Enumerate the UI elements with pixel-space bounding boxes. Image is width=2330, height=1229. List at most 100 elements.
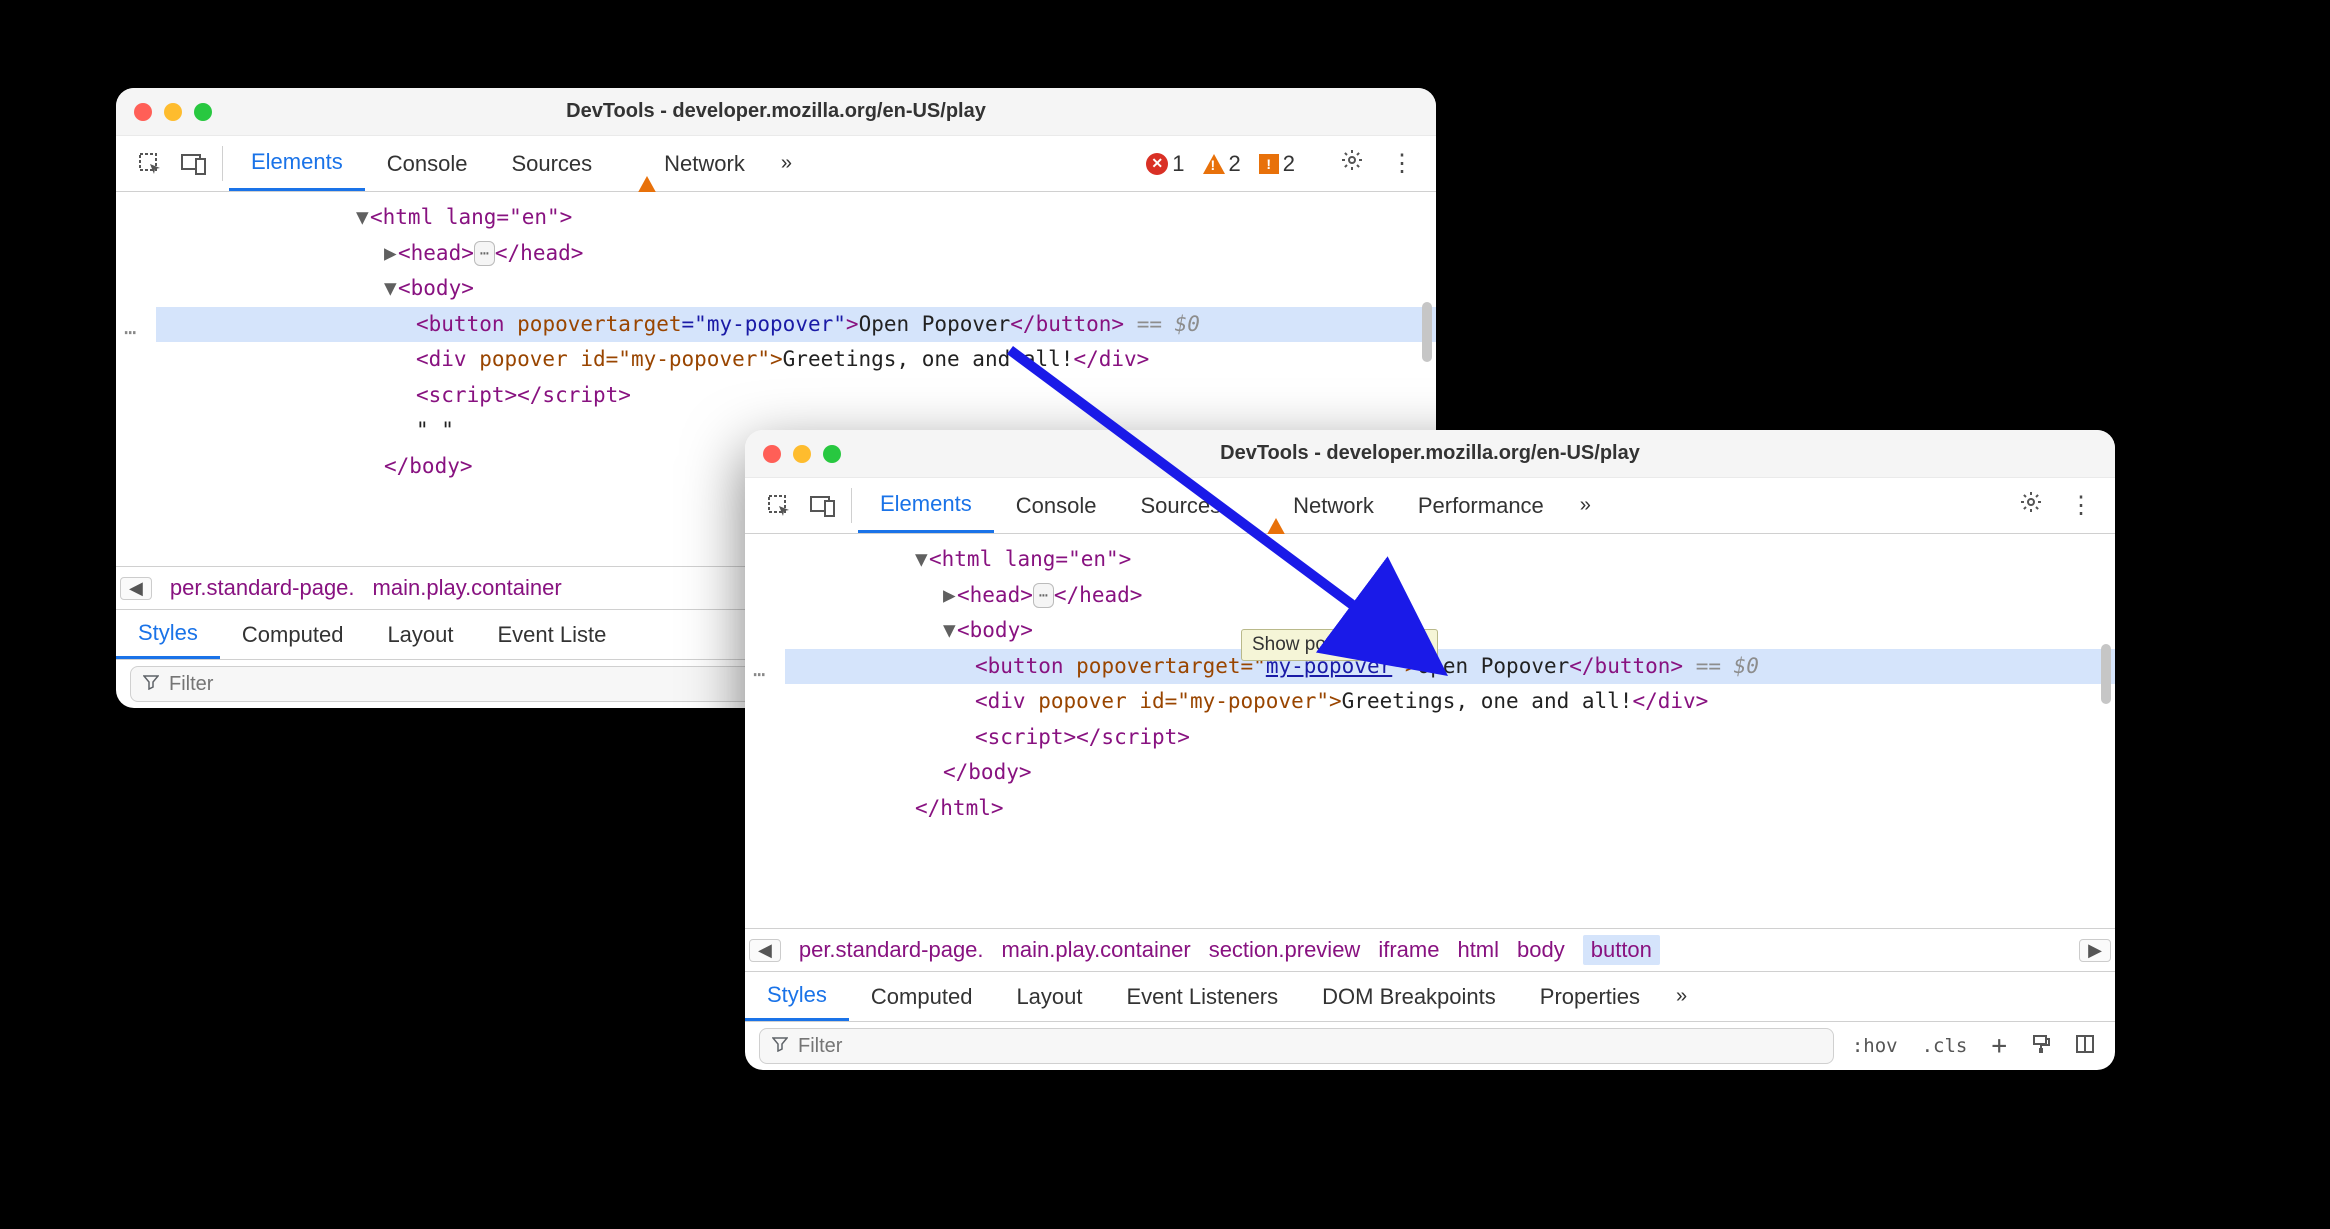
filter-bar: Filter :hov .cls + <box>745 1022 2115 1070</box>
subtab-layout[interactable]: Layout <box>365 610 475 659</box>
tab-console[interactable]: Console <box>365 136 490 191</box>
window-title: DevTools - developer.mozilla.org/en-US/p… <box>745 442 2115 465</box>
breadcrumb-item-selected[interactable]: button <box>1583 935 1660 965</box>
subtab-dom-breakpoints[interactable]: DOM Breakpoints <box>1300 972 1518 1021</box>
more-subtabs-icon[interactable]: » <box>1662 972 1701 1021</box>
filter-placeholder: Filter <box>798 1035 842 1058</box>
dom-line[interactable]: ▼<html lang="en"> <box>156 200 1436 236</box>
zoom-icon[interactable] <box>194 103 212 121</box>
more-tabs-icon[interactable]: » <box>767 136 806 191</box>
dom-line[interactable]: ▼<html lang="en"> <box>785 542 2115 578</box>
subtab-event-listeners[interactable]: Event Liste <box>476 610 629 659</box>
tab-console[interactable]: Console <box>994 478 1119 533</box>
hov-toggle[interactable]: :hov <box>1846 1035 1904 1057</box>
dom-line-selected[interactable]: <button popovertarget="my-popover">Open … <box>785 649 2115 685</box>
gutter-ellipsis-icon[interactable]: ⋯ <box>124 320 136 344</box>
tab-network[interactable]: Network <box>1243 478 1396 533</box>
dom-line[interactable]: </html> <box>785 791 2115 827</box>
breadcrumb: ◀ per.standard-page. main.play.container… <box>745 928 2115 972</box>
subtab-computed[interactable]: Computed <box>220 610 366 659</box>
separator <box>851 488 852 523</box>
tab-performance[interactable]: Performance <box>1396 478 1566 533</box>
device-toggle-icon[interactable] <box>172 136 216 191</box>
panel-tabs: Elements Console Sources Network » <box>229 136 806 191</box>
breadcrumb-right-icon[interactable]: ▶ <box>2079 939 2111 962</box>
more-tabs-icon[interactable]: » <box>1566 478 1605 533</box>
subtab-layout[interactable]: Layout <box>994 972 1104 1021</box>
breadcrumb-item[interactable]: main.play.container <box>1002 937 1191 963</box>
cls-toggle[interactable]: .cls <box>1916 1035 1974 1057</box>
warning-icon <box>1203 154 1225 174</box>
ellipsis-badge[interactable]: ⋯ <box>1033 583 1054 608</box>
kebab-menu-icon[interactable]: ⋮ <box>1382 149 1422 178</box>
window-title: DevTools - developer.mozilla.org/en-US/p… <box>116 100 1436 123</box>
filter-placeholder: Filter <box>169 673 213 696</box>
breadcrumb-item[interactable]: main.play.container <box>373 575 562 601</box>
subtab-properties[interactable]: Properties <box>1518 972 1662 1021</box>
breadcrumb-left-icon[interactable]: ◀ <box>120 577 152 600</box>
scrollbar[interactable] <box>2101 644 2111 704</box>
breadcrumb-item[interactable]: body <box>1517 937 1565 963</box>
dom-line[interactable]: <div popover id="my-popover">Greetings, … <box>785 684 2115 720</box>
info-icon: ! <box>1259 154 1279 174</box>
new-style-rule-icon[interactable]: + <box>1985 1031 2013 1061</box>
tooltip: Show popover target <box>1241 629 1438 661</box>
close-icon[interactable] <box>763 445 781 463</box>
breadcrumb-item[interactable]: section.preview <box>1209 937 1361 963</box>
filter-input[interactable]: Filter <box>759 1028 1834 1064</box>
tab-sources[interactable]: Sources <box>1118 478 1243 533</box>
warning-icon <box>1265 493 1287 519</box>
inspect-icon[interactable] <box>128 136 172 191</box>
breadcrumb-item[interactable]: per.standard-page. <box>799 937 984 963</box>
titlebar: DevTools - developer.mozilla.org/en-US/p… <box>116 88 1436 136</box>
info-count[interactable]: !2 <box>1255 151 1299 177</box>
scrollbar[interactable] <box>1422 302 1432 362</box>
tab-elements[interactable]: Elements <box>858 478 994 533</box>
dom-line[interactable]: ▶<head>⋯</head> <box>156 236 1436 272</box>
zoom-icon[interactable] <box>823 445 841 463</box>
dom-line[interactable]: ▼<body> <box>156 271 1436 307</box>
subtab-computed[interactable]: Computed <box>849 972 995 1021</box>
devtools-window-after: DevTools - developer.mozilla.org/en-US/p… <box>745 430 2115 1070</box>
breadcrumb-left-icon[interactable]: ◀ <box>749 939 781 962</box>
tab-elements[interactable]: Elements <box>229 136 365 191</box>
gutter-ellipsis-icon[interactable]: ⋯ <box>753 662 765 686</box>
ellipsis-badge[interactable]: ⋯ <box>474 241 495 266</box>
breadcrumb-item[interactable]: per.standard-page. <box>170 575 355 601</box>
close-icon[interactable] <box>134 103 152 121</box>
inspect-icon[interactable] <box>757 478 801 533</box>
traffic-lights <box>134 103 212 121</box>
gear-icon[interactable] <box>2011 490 2051 521</box>
subtab-event-listeners[interactable]: Event Listeners <box>1105 972 1301 1021</box>
dom-line[interactable]: <div popover id="my-popover">Greetings, … <box>156 342 1436 378</box>
kebab-menu-icon[interactable]: ⋮ <box>2061 491 2101 520</box>
breadcrumb-item[interactable]: iframe <box>1378 937 1439 963</box>
error-count[interactable]: ✕1 <box>1142 151 1188 177</box>
tab-network[interactable]: Network <box>614 136 767 191</box>
tab-network-label: Network <box>1293 493 1374 519</box>
minimize-icon[interactable] <box>793 445 811 463</box>
dom-line[interactable]: ▶<head>⋯</head> <box>785 578 2115 614</box>
tab-sources[interactable]: Sources <box>489 136 614 191</box>
warning-icon <box>636 151 658 177</box>
dom-line-selected[interactable]: <button popovertarget="my-popover">Open … <box>156 307 1436 343</box>
subtab-styles[interactable]: Styles <box>745 972 849 1021</box>
dom-line[interactable]: ▼<body> <box>785 613 2115 649</box>
main-toolbar: Elements Console Sources Network » ✕1 2 … <box>116 136 1436 192</box>
dom-line[interactable]: </body> <box>785 755 2115 791</box>
dom-line[interactable]: <script></script> <box>156 378 1436 414</box>
elements-tree[interactable]: ⋯ ▼<html lang="en"> ▶<head>⋯</head> ▼<bo… <box>745 534 2115 928</box>
minimize-icon[interactable] <box>164 103 182 121</box>
device-toggle-icon[interactable] <box>801 478 845 533</box>
warning-count[interactable]: 2 <box>1199 151 1245 177</box>
breadcrumb-item[interactable]: html <box>1457 937 1499 963</box>
tab-network-label: Network <box>664 151 745 177</box>
dom-line[interactable]: <script></script> <box>785 720 2115 756</box>
gear-icon[interactable] <box>1332 148 1372 179</box>
paint-icon[interactable] <box>2025 1034 2057 1059</box>
styles-subtabs: Styles Computed Layout Event Listeners D… <box>745 972 2115 1022</box>
subtab-styles[interactable]: Styles <box>116 610 220 659</box>
main-toolbar: Elements Console Sources Network Perform… <box>745 478 2115 534</box>
toolbar-right: ✕1 2 !2 ⋮ <box>1142 136 1436 191</box>
computed-panel-icon[interactable] <box>2069 1034 2101 1059</box>
